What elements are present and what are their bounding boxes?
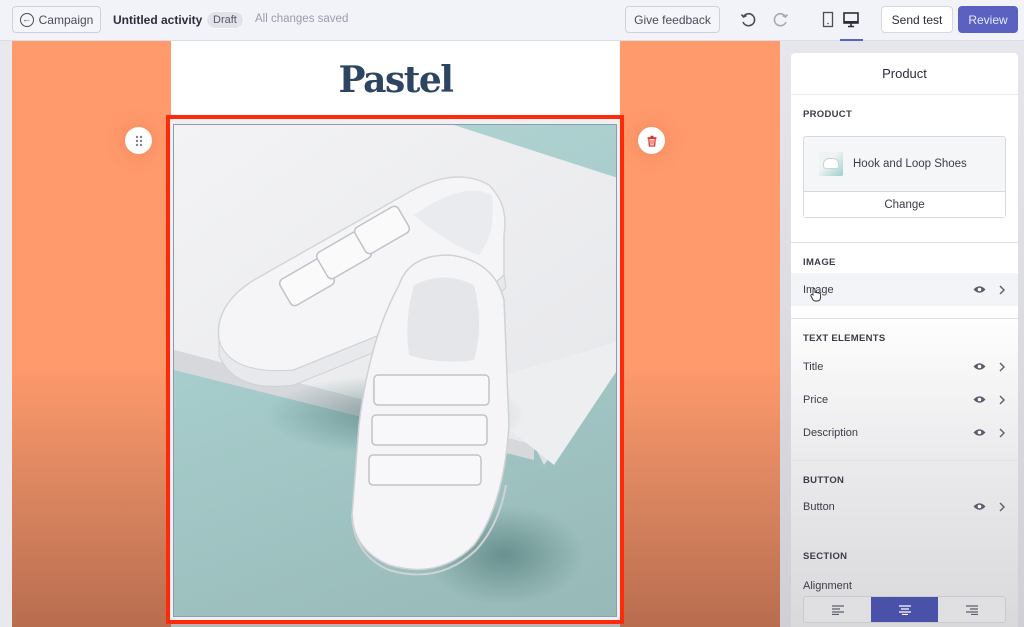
undo-icon <box>740 12 756 27</box>
shoes-illustration <box>174 125 616 605</box>
align-left-icon <box>831 604 844 615</box>
product-section-label: PRODUCT <box>803 109 853 120</box>
hand-cursor-icon <box>810 288 822 302</box>
eye-icon[interactable] <box>972 426 986 440</box>
panel-title: Product <box>791 53 1018 95</box>
element-row-price[interactable]: Price <box>791 383 1018 416</box>
image-section: IMAGE Image <box>791 243 1018 319</box>
email-header-block[interactable]: Pastel <box>171 41 620 116</box>
element-label: Price <box>803 393 829 406</box>
text-elements-section-label: TEXT ELEMENTS <box>803 333 886 344</box>
product-image-block[interactable] <box>166 115 624 624</box>
eye-icon[interactable] <box>972 360 986 374</box>
redo-icon <box>773 12 789 27</box>
drag-dots-icon <box>135 135 142 146</box>
back-label: Campaign <box>38 12 94 27</box>
back-to-campaign-button[interactable]: ← Campaign <box>12 6 101 33</box>
align-center-icon <box>898 604 911 615</box>
chevron-right-icon[interactable] <box>998 362 1006 372</box>
selected-product[interactable]: Hook and Loop Shoes <box>804 137 1005 191</box>
alignment-label: Alignment <box>803 580 852 592</box>
delete-block-button[interactable] <box>638 127 665 154</box>
text-elements-section: TEXT ELEMENTS Title Price Description <box>791 319 1018 461</box>
brand-logo: Pastel <box>338 59 454 101</box>
alignment-toggle-group <box>803 596 1006 623</box>
align-right-button[interactable] <box>938 597 1005 622</box>
element-label: Image <box>803 283 834 296</box>
activity-title[interactable]: Untitled activity <box>113 13 202 27</box>
send-test-button[interactable]: Send test <box>881 6 953 33</box>
drag-handle-button[interactable] <box>125 127 152 154</box>
section-settings-label: SECTION <box>803 551 848 562</box>
arrow-left-icon: ← <box>19 12 34 27</box>
chevron-right-icon[interactable] <box>998 502 1006 512</box>
eye-icon[interactable] <box>972 393 986 407</box>
undo-button[interactable] <box>738 10 758 30</box>
element-label: Description <box>803 426 859 439</box>
align-right-icon <box>965 604 978 615</box>
give-feedback-button[interactable]: Give feedback <box>625 6 720 33</box>
product-image[interactable] <box>173 124 617 617</box>
trash-icon <box>647 135 656 147</box>
element-row-description[interactable]: Description <box>791 416 1018 449</box>
eye-icon[interactable] <box>972 283 986 297</box>
element-label: Title <box>803 360 824 373</box>
image-section-label: IMAGE <box>803 257 836 268</box>
product-card: Hook and Loop Shoes Change <box>803 136 1006 218</box>
mobile-view-button[interactable] <box>818 10 838 30</box>
top-bar: ← Campaign Untitled activity Draft All c… <box>0 0 1024 42</box>
element-row-image[interactable]: Image <box>791 273 1018 306</box>
button-section: BUTTON Button <box>791 461 1018 537</box>
review-button[interactable]: Review <box>958 6 1018 33</box>
element-row-title[interactable]: Title <box>791 350 1018 383</box>
product-thumbnail <box>819 152 843 176</box>
chevron-right-icon[interactable] <box>998 395 1006 405</box>
chevron-right-icon[interactable] <box>998 285 1006 295</box>
element-label: Button <box>803 500 835 513</box>
eye-icon[interactable] <box>972 500 986 514</box>
redo-button[interactable] <box>771 10 791 30</box>
change-product-button[interactable]: Change <box>804 191 1005 217</box>
desktop-view-button[interactable] <box>841 10 861 30</box>
mobile-icon <box>822 11 834 28</box>
product-settings-panel: Product PRODUCT Hook and Loop Shoes Chan… <box>791 53 1018 627</box>
chevron-right-icon[interactable] <box>998 428 1006 438</box>
desktop-icon <box>843 12 859 28</box>
button-section-label: BUTTON <box>803 475 845 486</box>
status-badge: Draft <box>206 11 244 29</box>
align-left-button[interactable] <box>804 597 871 622</box>
align-center-button[interactable] <box>871 597 938 622</box>
save-status: All changes saved <box>255 13 349 25</box>
section-settings: SECTION <box>791 537 1018 562</box>
element-row-button[interactable]: Button <box>791 490 1018 523</box>
product-name: Hook and Loop Shoes <box>853 158 967 170</box>
product-section: PRODUCT Hook and Loop Shoes Change <box>791 95 1018 243</box>
